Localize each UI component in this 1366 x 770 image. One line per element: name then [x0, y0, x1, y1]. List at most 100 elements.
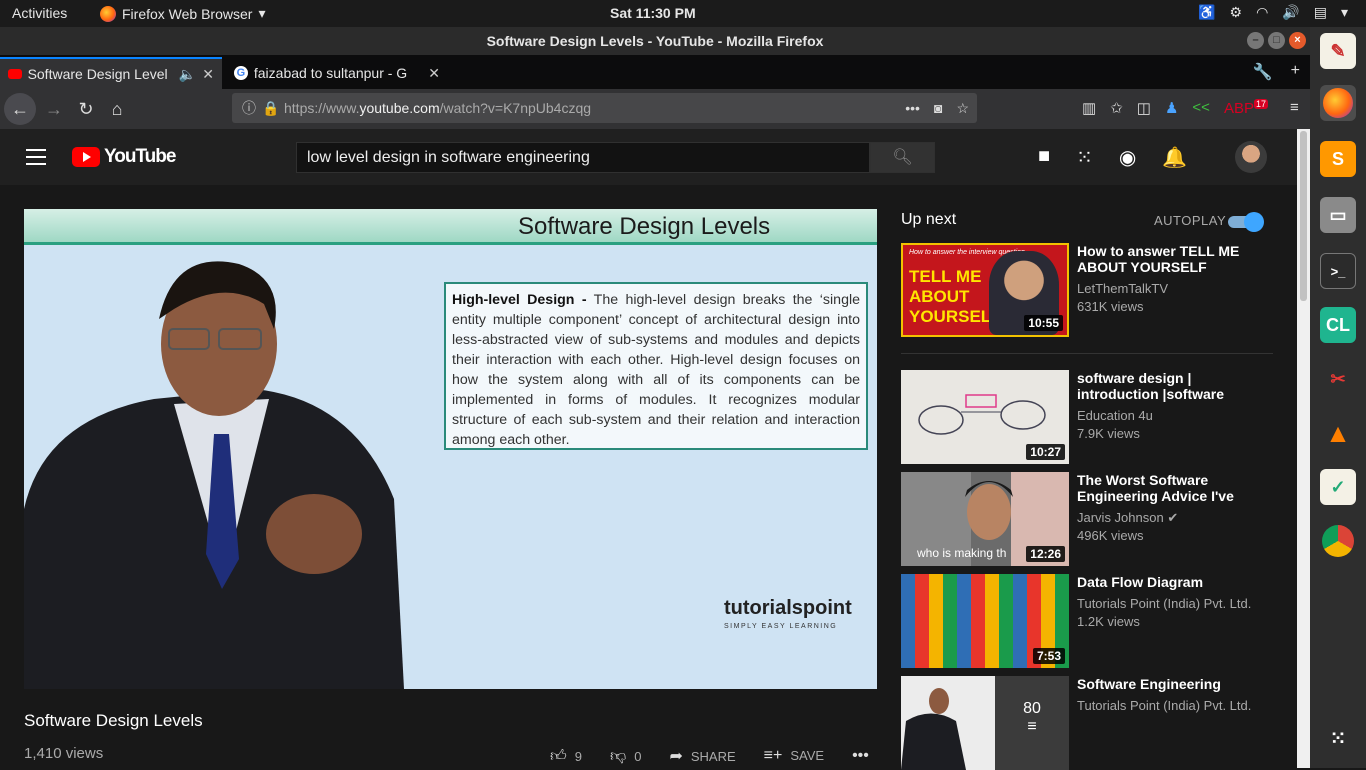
clock[interactable]: Sat 11:30 PM	[610, 5, 696, 21]
share-button[interactable]: ➦ SHARE	[669, 746, 735, 766]
network-settings-icon[interactable]: ⚙	[1230, 4, 1243, 21]
page-actions-icon[interactable]: •••	[905, 93, 920, 123]
recommendation-item[interactable]: 7:53 Data Flow Diagram Tutorials Point (…	[901, 574, 1273, 668]
video-thumbnail[interactable]: who is making th 12:26	[901, 472, 1069, 566]
bookmark-star-icon[interactable]: ☆	[956, 93, 969, 123]
recommendation-title[interactable]: How to answer TELL ME ABOUT YOURSELF	[1077, 243, 1267, 275]
info-icon[interactable]: ⓘ	[242, 93, 256, 123]
firefox-dock-icon[interactable]	[1320, 85, 1356, 121]
avatar[interactable]	[1235, 141, 1267, 173]
maximize-button[interactable]: □	[1268, 32, 1285, 49]
firefox-icon	[100, 5, 116, 22]
recommendation-title[interactable]: software design | introduction |software	[1077, 370, 1267, 402]
tab-software-design-levels[interactable]: Software Design Level 🔈 ✕	[0, 57, 222, 89]
tab-faizabad-to-sultanpur[interactable]: G faizabad to sultanpur - G ✕	[226, 57, 448, 89]
like-button[interactable]: 👍︎ 9	[550, 747, 582, 766]
extension-arrows-icon[interactable]: <<	[1192, 99, 1210, 117]
chrome-icon[interactable]	[1320, 523, 1356, 559]
notifications-bell-icon[interactable]: 🔔	[1162, 145, 1187, 170]
autoplay-toggle[interactable]	[1228, 212, 1264, 232]
recommendation-title[interactable]: The Worst Software Engineering Advice I'…	[1077, 472, 1267, 504]
recommendation-title[interactable]: Software Engineering	[1077, 676, 1267, 692]
playlist-thumbnail[interactable]: 80 ≡	[901, 676, 1069, 770]
search-button[interactable]: 🔍︎	[870, 142, 935, 173]
minimize-button[interactable]: –	[1247, 32, 1264, 49]
clipboard-icon[interactable]: ▤	[1314, 4, 1327, 21]
close-tab-icon[interactable]: ✕	[202, 66, 214, 83]
slide-body: The high-level design breaks the ‘single…	[452, 292, 860, 448]
video-thumbnail[interactable]: 10:27	[901, 370, 1069, 464]
header-icons: ■ ⁙ ◉ 🔔	[1038, 145, 1187, 170]
sidebar-icon[interactable]: ◫	[1137, 99, 1151, 117]
adblock-badge: 17	[1253, 99, 1268, 109]
video-thumbnail[interactable]: 7:53	[901, 574, 1069, 668]
power-menu-icon[interactable]: ▾	[1341, 4, 1348, 21]
channel-name[interactable]: LetThemTalkTV	[1077, 281, 1168, 296]
apps-grid-icon[interactable]: ⁙	[1076, 145, 1093, 170]
show-applications-icon[interactable]: ⁙	[1320, 721, 1356, 757]
back-button[interactable]: ←	[4, 93, 36, 125]
adblock-icon[interactable]: ABP 17	[1224, 99, 1268, 117]
url-text[interactable]: https://www.youtube.com/watch?v=K7npUb4c…	[284, 93, 591, 123]
scrollbar-thumb[interactable]	[1300, 131, 1307, 301]
guide-menu-icon[interactable]	[26, 149, 46, 165]
video-duration: 10:55	[1024, 315, 1063, 331]
tutorialspoint-tagline: SIMPLY EASY LEARNING	[724, 623, 838, 630]
extension-icon[interactable]: ♟	[1165, 99, 1178, 117]
channel-name[interactable]: Education 4u	[1077, 408, 1153, 423]
url-bar[interactable]: ⓘ 🔒 https://www.youtube.com/watch?v=K7np…	[232, 93, 977, 123]
save-button[interactable]: ≡+ SAVE	[764, 747, 824, 765]
screenshot-tool-icon[interactable]: ✂	[1320, 361, 1356, 397]
video-player[interactable]: Software Design Levels High-level Design…	[24, 209, 877, 689]
channel-name[interactable]: Tutorials Point (India) Pvt. Ltd.	[1077, 596, 1251, 611]
recommendation-title[interactable]: Data Flow Diagram	[1077, 574, 1267, 590]
wifi-icon[interactable]: ◠	[1256, 4, 1268, 21]
youtube-logo[interactable]: YouTube	[72, 146, 176, 168]
recommendation-item[interactable]: How to answer the interview question TEL…	[901, 243, 1273, 337]
google-icon: G	[234, 66, 248, 80]
forward-button[interactable]: →	[38, 93, 70, 125]
thumbnail-caption: who is making th	[917, 546, 1007, 560]
search-input[interactable]: low level design in software engineering	[296, 142, 870, 173]
sublime-text-icon[interactable]: S	[1320, 141, 1356, 177]
activities-button[interactable]: Activities	[12, 5, 67, 21]
chrome-logo	[1322, 525, 1354, 557]
video-thumbnail[interactable]: How to answer the interview question TEL…	[901, 243, 1069, 337]
channel-name[interactable]: Tutorials Point (India) Pvt. Ltd.	[1077, 698, 1251, 713]
system-tray[interactable]: ♿ ⚙ ◠ 🔊 ▤ ▾	[1198, 4, 1348, 21]
volume-icon[interactable]: 🔊	[1282, 4, 1299, 21]
recommendation-item[interactable]: 80 ≡ Software Engineering Tutorials Poin…	[901, 676, 1273, 770]
more-actions-icon[interactable]: •••	[852, 747, 869, 765]
text-editor-icon[interactable]: ✎	[1320, 33, 1356, 69]
speaker-icon[interactable]: 🔈	[179, 66, 196, 83]
document-viewer-icon[interactable]: ✓	[1320, 469, 1356, 505]
menu-icon[interactable]: ≡	[1290, 99, 1299, 117]
close-window-button[interactable]: ×	[1289, 32, 1306, 49]
file-manager-icon[interactable]: ▭	[1320, 197, 1356, 233]
messages-icon[interactable]: ◉	[1119, 145, 1136, 170]
channel-name[interactable]: Jarvis Johnson ✔	[1077, 510, 1178, 526]
vlc-icon[interactable]: ▲	[1320, 415, 1356, 451]
bookmarks-icon[interactable]: ✩	[1110, 99, 1123, 117]
ubuntu-dock: ✎ S ▭ >_ CL ✂ ▲ ✓ ⁙	[1310, 27, 1366, 768]
pocket-icon[interactable]: ◙	[934, 93, 942, 123]
home-button[interactable]: ⌂	[101, 93, 133, 125]
recommendation-item[interactable]: who is making th 12:26 The Worst Softwar…	[901, 472, 1273, 566]
terminal-icon[interactable]: >_	[1320, 253, 1356, 289]
create-video-icon[interactable]: ■	[1038, 145, 1050, 170]
new-tab-button[interactable]: +	[1291, 62, 1300, 82]
view-count: 1,410 views	[24, 745, 104, 762]
window-title-bar: Software Design Levels - YouTube - Mozil…	[0, 27, 1310, 55]
wrench-icon[interactable]: 🔧	[1253, 62, 1273, 82]
library-icon[interactable]: ▥	[1082, 99, 1096, 117]
youtube-logo-text: YouTube	[104, 146, 176, 167]
lock-icon[interactable]: 🔒	[262, 93, 279, 123]
clion-icon[interactable]: CL	[1320, 307, 1356, 343]
app-menu[interactable]: Firefox Web Browser ▾	[100, 5, 265, 22]
page-scrollbar[interactable]	[1297, 129, 1310, 768]
accessibility-icon[interactable]: ♿	[1198, 4, 1215, 21]
close-tab-icon[interactable]: ✕	[428, 65, 440, 82]
recommendation-item[interactable]: 10:27 software design | introduction |so…	[901, 370, 1273, 464]
dislike-button[interactable]: 👎︎ 0	[610, 747, 641, 766]
reload-button[interactable]: ↻	[70, 93, 102, 125]
